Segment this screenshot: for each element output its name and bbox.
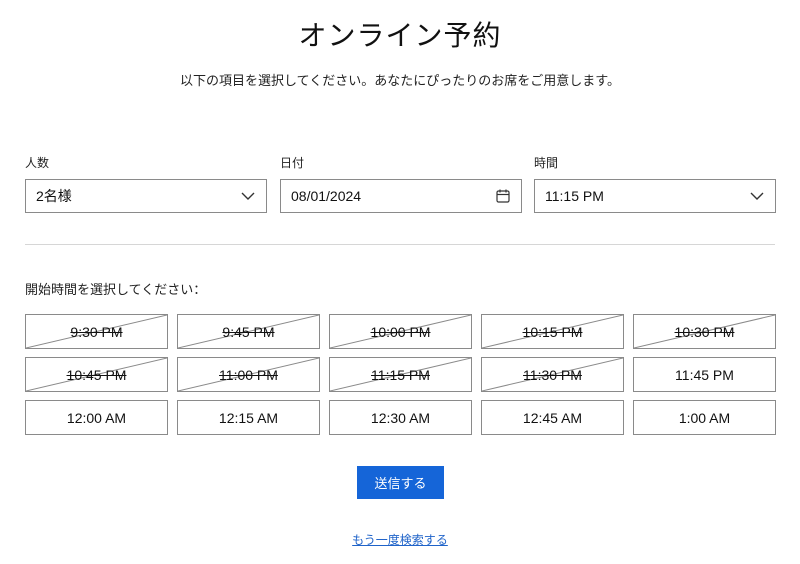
time-slot-label: 9:45 PM: [222, 323, 275, 340]
time-slot-label: 10:00 PM: [370, 323, 431, 340]
chevron-down-icon: [749, 188, 765, 204]
search-again-container: もう一度検索する: [0, 531, 800, 548]
calendar-icon[interactable]: [495, 188, 511, 204]
time-slot-button-unavailable: 11:30 PM: [481, 357, 624, 392]
time-field: 時間 11:15 PM: [534, 155, 776, 213]
search-again-link[interactable]: もう一度検索する: [352, 533, 448, 547]
time-slot-label: 11:15 PM: [371, 366, 430, 383]
time-slot-button-unavailable: 10:00 PM: [329, 314, 472, 349]
time-slot-label: 1:00 AM: [678, 409, 731, 426]
time-slot-button[interactable]: 1:00 AM: [633, 400, 776, 435]
time-slot-label: 11:00 PM: [219, 366, 278, 383]
submit-button[interactable]: 送信する: [357, 466, 444, 499]
time-slot-button-unavailable: 10:15 PM: [481, 314, 624, 349]
time-slot-label: 10:30 PM: [674, 323, 735, 340]
time-slot-label: 10:45 PM: [66, 366, 127, 383]
time-slot-button-unavailable: 9:45 PM: [177, 314, 320, 349]
time-slot-label: 11:30 PM: [523, 366, 582, 383]
time-slot-button-unavailable: 11:15 PM: [329, 357, 472, 392]
time-slot-button-unavailable: 9:30 PM: [25, 314, 168, 349]
page-subtitle: 以下の項目を選択してください。あなたにぴったりのお席をご用意します。: [180, 74, 620, 89]
section-divider: [25, 244, 775, 245]
party-size-label: 人数: [25, 156, 50, 170]
date-label: 日付: [280, 156, 305, 170]
time-slot-label: 12:00 AM: [66, 409, 127, 426]
date-value: 08/01/2024: [291, 188, 362, 204]
time-slot-label: 12:45 AM: [522, 409, 583, 426]
time-slot-button[interactable]: 12:00 AM: [25, 400, 168, 435]
time-slot-label: 9:30 PM: [70, 323, 123, 340]
time-label: 時間: [534, 156, 559, 170]
party-size-value: 2名様: [36, 188, 72, 204]
time-slot-label: 10:15 PM: [522, 323, 583, 340]
time-slot-label: 11:45 PM: [675, 366, 734, 383]
time-slot-button-unavailable: 10:45 PM: [25, 357, 168, 392]
time-slot-button[interactable]: 12:30 AM: [329, 400, 472, 435]
slots-label: 開始時間を選択してください：: [25, 283, 207, 298]
date-field: 日付 08/01/2024: [280, 155, 522, 213]
time-value: 11:15 PM: [545, 188, 604, 204]
time-slot-button-unavailable: 11:00 PM: [177, 357, 320, 392]
date-input[interactable]: 08/01/2024: [280, 179, 522, 213]
time-slot-grid: 9:30 PM 9:45 PM 10:00 PM 10:15 PM 10:30 PM 10…: [25, 314, 777, 435]
time-slot-button[interactable]: 12:15 AM: [177, 400, 320, 435]
time-select[interactable]: 11:15 PM: [534, 179, 776, 213]
party-size-field: 人数 2名様: [25, 155, 267, 213]
time-slot-button-unavailable: 10:30 PM: [633, 314, 776, 349]
time-slot-button[interactable]: 11:45 PM: [633, 357, 776, 392]
page-title: オンライン予約: [298, 19, 502, 52]
time-slot-label: 12:30 AM: [370, 409, 431, 426]
time-slot-label: 12:15 AM: [218, 409, 279, 426]
chevron-down-icon: [240, 188, 256, 204]
time-slot-button[interactable]: 12:45 AM: [481, 400, 624, 435]
party-size-select[interactable]: 2名様: [25, 179, 267, 213]
